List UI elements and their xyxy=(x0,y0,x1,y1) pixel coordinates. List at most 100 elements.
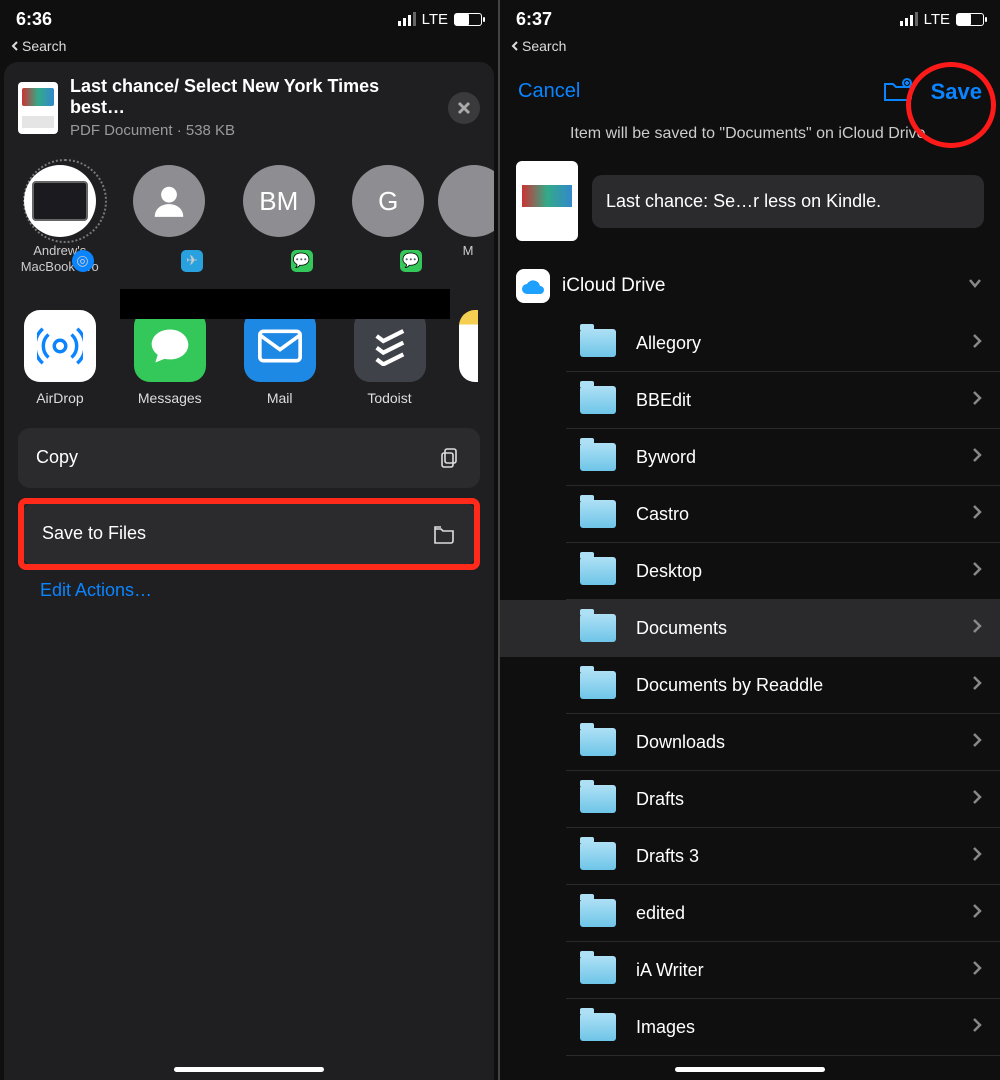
edit-actions-link[interactable]: Edit Actions… xyxy=(18,570,480,611)
battery-icon xyxy=(454,13,482,26)
contact-bm[interactable]: BM 💬 xyxy=(239,165,319,276)
folder-row[interactable]: BBEdit xyxy=(566,372,1000,429)
file-name-input[interactable]: Last chance: Se…r less on Kindle. xyxy=(592,175,984,228)
folder-label: Documents xyxy=(636,618,727,639)
contact-g[interactable]: G 💬 xyxy=(349,165,429,276)
cancel-button[interactable]: Cancel xyxy=(518,80,580,103)
folder-row[interactable]: Images xyxy=(566,999,1000,1056)
folder-row[interactable]: Drafts 3 xyxy=(566,828,1000,885)
doc-title: Last chance/ Select New York Times best… xyxy=(70,76,436,118)
folder-row[interactable]: edited xyxy=(566,885,1000,942)
clock: 6:37 xyxy=(516,9,552,30)
chevron-right-icon xyxy=(968,446,986,469)
folder-label: Drafts xyxy=(636,789,684,810)
save-highlight-circle xyxy=(906,62,996,148)
folder-label: edited xyxy=(636,903,685,924)
share-sheet: Last chance/ Select New York Times best…… xyxy=(4,62,494,1080)
copy-icon xyxy=(438,446,462,470)
chevron-right-icon xyxy=(968,788,986,811)
contact-partial[interactable]: M xyxy=(458,165,478,276)
chevron-right-icon xyxy=(968,902,986,925)
folder-label: iA Writer xyxy=(636,960,704,981)
chevron-down-icon xyxy=(966,274,984,298)
folder-icon xyxy=(580,443,616,471)
messages-icon: 💬 xyxy=(400,250,422,272)
messages-icon: 💬 xyxy=(291,250,313,272)
folder-icon xyxy=(580,842,616,870)
folder-label: Castro xyxy=(636,504,689,525)
chevron-right-icon xyxy=(968,332,986,355)
home-indicator[interactable] xyxy=(174,1067,324,1072)
folder-row[interactable]: Desktop xyxy=(566,543,1000,600)
folder-icon xyxy=(580,1013,616,1041)
folder-label: Allegory xyxy=(636,333,701,354)
file-rename-row: Last chance: Se…r less on Kindle. xyxy=(500,153,1000,257)
folder-icon xyxy=(580,614,616,642)
folder-label: Desktop xyxy=(636,561,702,582)
folder-icon xyxy=(580,956,616,984)
battery-icon xyxy=(956,13,984,26)
back-to-search[interactable]: Search xyxy=(500,38,1000,62)
contact-telegram[interactable]: ✈ xyxy=(130,165,210,276)
folder-icon xyxy=(432,522,456,546)
folder-row[interactable]: Byword xyxy=(566,429,1000,486)
clock: 6:36 xyxy=(16,9,52,30)
share-sheet-screen: 6:36 LTE Search Last chance/ Select New … xyxy=(0,0,500,1080)
status-right: LTE xyxy=(398,11,482,28)
save-to-files-action[interactable]: Save to Files xyxy=(24,504,474,564)
folder-label: Downloads xyxy=(636,732,725,753)
chevron-right-icon xyxy=(968,617,986,640)
folder-label: Byword xyxy=(636,447,696,468)
share-contacts-row: ◎ Andrew's MacBook Pro ✈ BM 💬 G 💬 M xyxy=(4,153,494,276)
folder-row[interactable]: Castro xyxy=(566,486,1000,543)
app-notes-partial[interactable] xyxy=(459,310,478,406)
chevron-right-icon xyxy=(968,1016,986,1039)
signal-icon xyxy=(900,12,918,26)
folder-icon xyxy=(580,899,616,927)
folder-icon xyxy=(580,386,616,414)
location-icloud-drive[interactable]: iCloud Drive xyxy=(500,257,1000,315)
chevron-right-icon xyxy=(968,560,986,583)
back-to-search[interactable]: Search xyxy=(0,38,498,62)
chevron-right-icon xyxy=(968,503,986,526)
files-save-screen: 6:37 LTE Search Cancel Save Item will be… xyxy=(500,0,1000,1080)
copy-action[interactable]: Copy xyxy=(18,428,480,488)
airdrop-icon: ◎ xyxy=(72,250,94,272)
file-thumbnail xyxy=(516,161,578,241)
network-label: LTE xyxy=(924,11,950,28)
doc-info: Last chance/ Select New York Times best…… xyxy=(70,76,436,139)
redacted-area xyxy=(120,289,450,319)
folder-list: Allegory BBEdit Byword Castro Desktop Documen… xyxy=(500,315,1000,1056)
folder-label: Documents by Readdle xyxy=(636,675,823,696)
folder-label: BBEdit xyxy=(636,390,691,411)
folder-row[interactable]: iA Writer xyxy=(566,942,1000,999)
folder-row[interactable]: Downloads xyxy=(566,714,1000,771)
folder-icon xyxy=(580,785,616,813)
close-button[interactable] xyxy=(448,92,480,124)
home-indicator[interactable] xyxy=(675,1067,825,1072)
folder-row[interactable]: Documents xyxy=(500,600,1000,657)
share-actions: Copy Save to Files Edit Actions… xyxy=(4,416,494,623)
sheet-header: Last chance/ Select New York Times best…… xyxy=(4,62,494,153)
status-bar: 6:37 LTE xyxy=(500,0,1000,38)
app-airdrop[interactable]: AirDrop xyxy=(20,310,100,406)
app-mail[interactable]: Mail xyxy=(240,310,320,406)
folder-icon xyxy=(580,329,616,357)
folder-label: Images xyxy=(636,1017,695,1038)
folder-row[interactable]: Drafts xyxy=(566,771,1000,828)
app-messages[interactable]: Messages xyxy=(130,310,210,406)
chevron-right-icon xyxy=(968,731,986,754)
folder-row[interactable]: Documents by Readdle xyxy=(566,657,1000,714)
contact-airdrop-mac[interactable]: ◎ Andrew's MacBook Pro xyxy=(20,165,100,276)
status-bar: 6:36 LTE xyxy=(0,0,498,38)
folder-icon xyxy=(580,557,616,585)
location-label: iCloud Drive xyxy=(562,275,665,297)
telegram-icon: ✈ xyxy=(181,250,203,272)
icloud-icon xyxy=(516,269,550,303)
app-todoist[interactable]: Todoist xyxy=(350,310,430,406)
close-icon xyxy=(457,101,471,115)
folder-row[interactable]: Allegory xyxy=(566,315,1000,372)
doc-thumbnail xyxy=(18,82,58,134)
status-right: LTE xyxy=(900,11,984,28)
folder-label: Drafts 3 xyxy=(636,846,699,867)
